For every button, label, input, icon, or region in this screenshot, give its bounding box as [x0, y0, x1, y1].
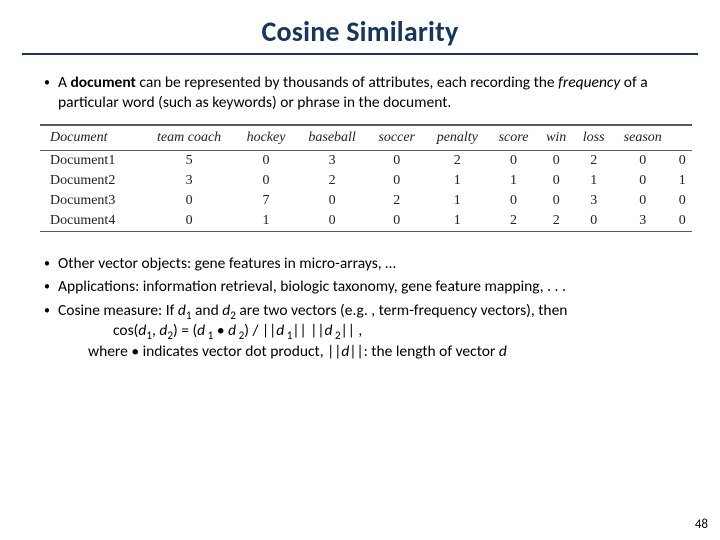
var: d: [499, 342, 507, 361]
cell-value: 0: [613, 191, 673, 211]
cell-value: 0: [368, 211, 426, 232]
col-term: score: [489, 125, 538, 151]
page-number: 48: [695, 517, 708, 532]
title-underline: [22, 53, 698, 55]
cell-value: 0: [538, 171, 574, 191]
cell-value: 0: [143, 191, 236, 211]
cell-value: 5: [143, 150, 236, 171]
txt: ) = (: [173, 321, 197, 340]
txt: A: [58, 73, 70, 92]
cell-value: 2: [426, 150, 490, 171]
where-clause: where • indicates vector dot product, ||…: [58, 342, 698, 362]
dot-op: •: [213, 321, 228, 340]
bold-document: document: [70, 73, 135, 92]
cell-value: 0: [368, 171, 426, 191]
txt: Other vector objects: gene features in m…: [58, 254, 396, 273]
col-document: Document: [40, 125, 143, 151]
txt: cos(: [113, 321, 138, 340]
table-row: Document30702100300: [40, 191, 692, 211]
cell-value: 0: [368, 150, 426, 171]
cell-value: 0: [673, 211, 692, 232]
var: d: [228, 321, 236, 340]
var: d: [197, 321, 205, 340]
cell-value: 1: [489, 171, 538, 191]
cell-value: 1: [574, 171, 613, 191]
cell-value: 1: [426, 171, 490, 191]
txt: ) / |: [244, 321, 269, 340]
cell-value: 3: [296, 150, 368, 171]
row-label: Document4: [40, 211, 143, 232]
txt: and: [192, 301, 223, 320]
col-term: loss: [574, 125, 613, 151]
cell-value: 7: [236, 191, 297, 211]
col-term: win: [538, 125, 574, 151]
col-term: season: [613, 125, 673, 151]
txt: where • indicates vector dot product, ||: [88, 342, 341, 361]
cell-value: 2: [296, 171, 368, 191]
italic-frequency: frequency: [558, 73, 620, 92]
cosine-formula: cos(d1, d2) = (d 1 • d 2) / ||d 1|| ||d …: [58, 321, 698, 341]
cell-value: 2: [538, 211, 574, 232]
cell-value: 3: [574, 191, 613, 211]
txt: |: [341, 321, 348, 340]
cell-value: 0: [236, 150, 297, 171]
col-term: baseball: [296, 125, 368, 151]
txt: can be represented by thousands of attri…: [136, 73, 558, 92]
cell-value: 0: [574, 211, 613, 232]
cell-value: 0: [613, 171, 673, 191]
bottom-bullets: Other vector objects: gene features in m…: [44, 254, 698, 362]
cell-value: 1: [236, 211, 297, 232]
txt: ||: the length of vector: [349, 342, 498, 361]
sub: 2: [332, 328, 340, 342]
txt: Applications: information retrieval, bio…: [58, 277, 566, 296]
cell-value: 1: [426, 211, 490, 232]
col-term: team coach: [143, 125, 236, 151]
cell-value: 2: [368, 191, 426, 211]
cell-value: 3: [143, 171, 236, 191]
bullet-cosine-measure: Cosine measure: If d1 and d2 are two vec…: [44, 301, 698, 362]
col-term: hockey: [236, 125, 297, 151]
table-row: Document40100122030: [40, 211, 692, 232]
cell-value: 0: [489, 191, 538, 211]
row-label: Document1: [40, 150, 143, 171]
cell-value: 0: [489, 150, 538, 171]
cell-value: 0: [296, 191, 368, 211]
txt: are two vectors (e.g. , term-frequency v…: [236, 301, 568, 320]
bullet-other-vectors: Other vector objects: gene features in m…: [44, 254, 698, 274]
cell-value: 0: [673, 191, 692, 211]
var-d1: d: [178, 301, 186, 320]
cell-value: 1: [426, 191, 490, 211]
table-row: Document23020110101: [40, 171, 692, 191]
cell-value: 0: [143, 211, 236, 232]
txt: | ,: [348, 321, 363, 340]
col-term: penalty: [426, 125, 490, 151]
cell-value: 1: [673, 171, 692, 191]
cell-value: 2: [489, 211, 538, 232]
cell-value: 0: [538, 191, 574, 211]
cell-value: 2: [574, 150, 613, 171]
col-term: soccer: [368, 125, 426, 151]
table-row: Document15030200200: [40, 150, 692, 171]
cell-value: 3: [613, 211, 673, 232]
row-label: Document2: [40, 171, 143, 191]
bullet-document-frequency: A document can be represented by thousan…: [44, 73, 698, 114]
cell-value: 0: [673, 150, 692, 171]
term-frequency-table: Documentteam coachhockeybaseballsoccerpe…: [40, 124, 692, 232]
cell-value: 0: [296, 211, 368, 232]
cell-value: 0: [538, 150, 574, 171]
page-title: Cosine Similarity: [22, 14, 698, 49]
txt: | |: [300, 321, 318, 340]
txt: Cosine measure: If: [58, 301, 178, 320]
bullet-applications: Applications: information retrieval, bio…: [44, 277, 698, 297]
tf-table: Documentteam coachhockeybaseballsoccerpe…: [40, 124, 692, 232]
top-bullets: A document can be represented by thousan…: [44, 73, 698, 114]
cell-value: 0: [236, 171, 297, 191]
txt: |: [292, 321, 299, 340]
table-header-row: Documentteam coachhockeybaseballsoccerpe…: [40, 125, 692, 151]
row-label: Document3: [40, 191, 143, 211]
cell-value: 0: [613, 150, 673, 171]
